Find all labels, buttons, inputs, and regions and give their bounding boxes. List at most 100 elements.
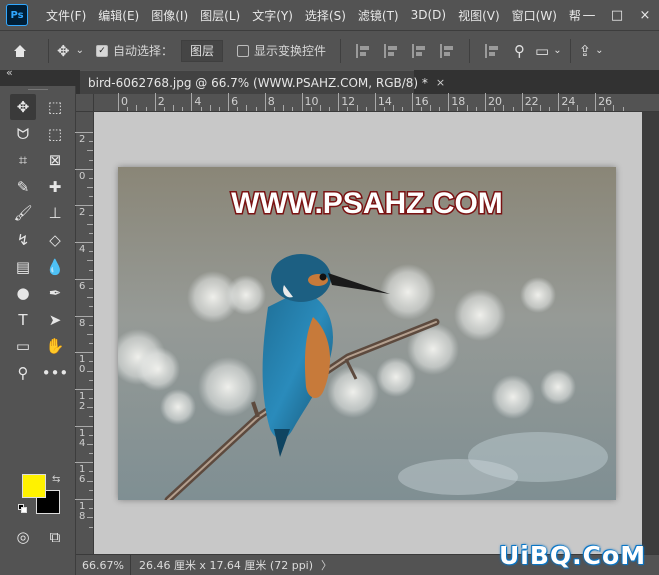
rectangle-tool-icon[interactable]: ▭ [10, 333, 36, 359]
frame-tool-icon[interactable]: ⊠ [42, 147, 68, 173]
document-info: 26.46 厘米 x 17.64 厘米 (72 ppi) [138, 559, 314, 572]
ruler-v-tick [75, 168, 93, 170]
menu-3d[interactable]: 3D(D) [405, 8, 452, 22]
minimize-button[interactable]: — [575, 8, 603, 23]
menu-window[interactable]: 窗口(W) [506, 7, 563, 24]
pen-tool-icon[interactable]: ✒ [42, 280, 68, 306]
ruler-v-tick [89, 324, 93, 326]
auto-select-target-select[interactable]: 图层 [180, 39, 223, 62]
spot-healing-tool-icon[interactable]: ✚ [42, 174, 68, 200]
auto-select-checkbox[interactable]: ✓ [95, 44, 108, 57]
close-tab-icon[interactable]: × [436, 76, 445, 89]
object-select-tool-icon[interactable]: ⬚ [42, 121, 68, 147]
show-transform-toggle[interactable]: 显示变换控件 [237, 42, 326, 59]
ruler-h-tick [264, 93, 266, 111]
ruler-v-tick [75, 425, 93, 427]
search-icon[interactable]: ⚲ [514, 42, 525, 60]
clone-stamp-tool-icon[interactable]: ⊥ [42, 200, 68, 226]
menu-layer[interactable]: 图层(L) [194, 7, 246, 24]
ruler-v-tick [89, 214, 93, 216]
gradient-tool-icon[interactable]: ▤ [10, 254, 36, 280]
show-transform-checkbox[interactable] [237, 44, 249, 57]
zoom-level[interactable]: 66.67% [76, 554, 131, 575]
distribute-icon[interactable] [440, 43, 454, 58]
ruler-v-tick [87, 150, 93, 152]
share-chevron-icon[interactable]: ⌄ [595, 45, 603, 56]
marquee-tool-icon[interactable]: ⬚ [42, 94, 68, 120]
lasso-tool-icon[interactable]: ᗢ [10, 121, 36, 147]
menu-file[interactable]: 文件(F) [40, 7, 92, 24]
ruler-h-tick [448, 93, 450, 111]
ruler-h-tick [521, 93, 523, 111]
foreground-color-swatch[interactable] [22, 474, 46, 498]
zoom-tool-icon[interactable]: ⚲ [10, 360, 36, 386]
photoshop-logo-icon: Ps [6, 4, 28, 26]
path-select-tool-icon[interactable]: ➤ [42, 307, 68, 333]
menu-image[interactable]: 图像(I) [145, 7, 194, 24]
auto-select-toggle[interactable]: ✓ 自动选择： [95, 42, 173, 59]
type-tool-icon[interactable]: T [10, 307, 36, 333]
ruler-v-tick [89, 508, 93, 510]
move-tool-icon[interactable]: ✥ [10, 94, 36, 120]
ruler-v-tick [87, 480, 93, 482]
menu-edit[interactable]: 编辑(E) [92, 7, 145, 24]
ruler-h-tick [338, 93, 340, 111]
vertical-scrollbar[interactable] [642, 112, 659, 554]
swap-colors-icon[interactable]: ⇆ [52, 474, 60, 485]
screen-mode-icon[interactable]: ⧉ [42, 524, 68, 550]
align-center-icon[interactable] [384, 43, 398, 58]
quick-mask-icon[interactable]: ◎ [10, 524, 36, 550]
ruler-h-tick [622, 107, 624, 111]
document-tab[interactable]: bird-6062768.jpg @ 66.7% (WWW.PSAHZ.COM,… [80, 70, 445, 94]
ruler-h-tick [154, 93, 156, 111]
ruler-h-tick [173, 105, 175, 111]
hand-tool-icon[interactable]: ✋ [42, 333, 68, 359]
ruler-v-tick [89, 434, 93, 436]
status-menu-icon[interactable]: 〉 [321, 557, 332, 573]
ruler-h-tick [218, 107, 220, 111]
ruler-h-tick [466, 105, 468, 111]
menu-bar: Ps 文件(F) 编辑(E) 图像(I) 图层(L) 文字(Y) 选择(S) 滤… [0, 0, 659, 30]
align-right-icon[interactable] [412, 43, 426, 58]
default-colors-icon[interactable] [18, 504, 28, 514]
ruler-h-tick [604, 107, 606, 111]
share-icon[interactable]: ⇪ [579, 42, 592, 60]
menu-view[interactable]: 视图(V) [452, 7, 506, 24]
ruler-v-tick [89, 361, 93, 363]
dodge-tool-icon[interactable]: ● [10, 280, 36, 306]
document-tab-title: bird-6062768.jpg @ 66.7% (WWW.PSAHZ.COM,… [88, 75, 428, 90]
eraser-tool-icon[interactable]: ◇ [42, 227, 68, 253]
horizontal-ruler: 0 2 4 6 8 10 12 14 16 18 20 22 24 26 [94, 93, 659, 112]
ruler-v-tick [89, 398, 93, 400]
collapse-panels-icon[interactable]: « [6, 66, 13, 79]
more-tools-icon[interactable]: ••• [42, 360, 69, 386]
align-top-icon[interactable] [485, 43, 499, 58]
menu-select[interactable]: 选择(S) [299, 7, 352, 24]
align-left-icon[interactable] [356, 43, 370, 58]
restore-button[interactable]: □ [603, 8, 631, 23]
move-tool-preset-icon[interactable]: ✥ [57, 42, 70, 60]
document-image[interactable]: WWW.PSAHZ.COM [118, 167, 616, 500]
workspace-chevron-icon[interactable]: ⌄ [553, 45, 561, 56]
panel-grip[interactable] [28, 89, 48, 91]
menu-type[interactable]: 文字(Y) [246, 7, 299, 24]
brush-tool-icon[interactable]: 🖌 [10, 200, 36, 226]
ruler-origin[interactable] [76, 94, 94, 112]
crop-tool-icon[interactable]: ⌗ [10, 147, 36, 173]
eyedropper-tool-icon[interactable]: ✎ [10, 174, 36, 200]
close-window-button[interactable]: × [631, 8, 659, 23]
ruler-v-tick [87, 333, 93, 335]
blur-tool-icon[interactable]: 💧 [42, 254, 68, 280]
chevron-down-icon[interactable]: ⌄ [76, 45, 84, 56]
ruler-h-tick [429, 105, 431, 111]
ruler-v-tick [89, 306, 93, 308]
ruler-v-label: 2 [79, 134, 86, 145]
menu-filter[interactable]: 滤镜(T) [352, 7, 405, 24]
ruler-v-tick [75, 352, 93, 354]
ruler-v-tick [75, 462, 93, 464]
workspace-icon[interactable]: ▭ [535, 42, 549, 60]
home-icon[interactable] [0, 43, 40, 59]
history-brush-tool-icon[interactable]: ↯ [10, 227, 36, 253]
ruler-v-tick [87, 517, 93, 519]
canvas-workspace[interactable]: WWW.PSAHZ.COM [94, 112, 642, 554]
